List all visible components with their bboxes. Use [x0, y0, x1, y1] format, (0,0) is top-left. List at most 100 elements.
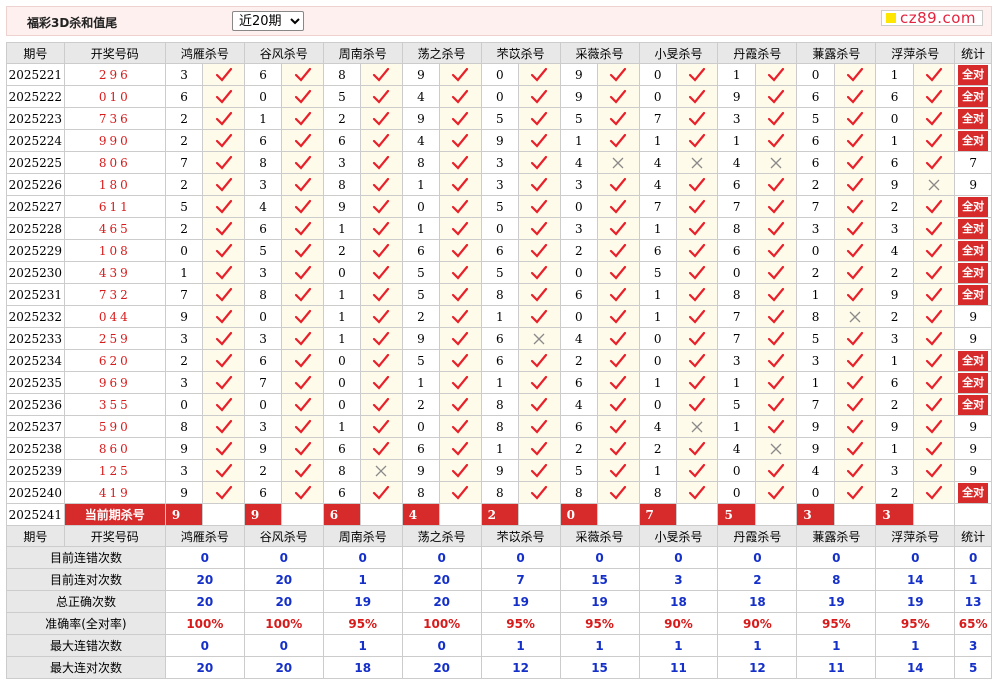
- result-mark-cell: [833, 415, 877, 438]
- blank-cell: [202, 503, 245, 526]
- logo-square-icon: [885, 13, 896, 23]
- kill-number-cell: 9: [559, 85, 599, 108]
- result-mark-cell: [518, 173, 561, 196]
- draw-number-cell: 044: [63, 305, 166, 328]
- cross-icon: [375, 465, 387, 476]
- check-icon: [294, 199, 311, 214]
- kill-number-cell: 1: [243, 107, 283, 130]
- stats-value: 0: [243, 634, 324, 657]
- result-mark-cell: [833, 459, 877, 482]
- col-expert[interactable]: 荡之杀号: [401, 525, 482, 547]
- col-expert[interactable]: 采薇杀号: [559, 42, 640, 64]
- result-mark-cell: [912, 107, 956, 130]
- result-mark-cell: [833, 393, 877, 416]
- all-correct-badge: 全对: [958, 482, 989, 503]
- col-expert[interactable]: 丹霞杀号: [717, 42, 798, 64]
- check-icon: [925, 111, 943, 126]
- kill-number-cell: 1: [480, 371, 520, 394]
- col-expert[interactable]: 芣苡杀号: [480, 525, 561, 547]
- result-mark-cell: [439, 415, 482, 438]
- result-mark-cell: [281, 437, 324, 460]
- check-icon: [373, 441, 390, 456]
- result-mark-cell: [833, 305, 877, 328]
- col-expert[interactable]: 采薇杀号: [559, 525, 640, 547]
- stats-value: 2: [717, 568, 798, 591]
- col-expert[interactable]: 浮萍杀号: [875, 525, 956, 547]
- stats-value: 3: [954, 634, 992, 657]
- check-icon: [610, 243, 627, 258]
- col-expert[interactable]: 芣苡杀号: [480, 42, 561, 64]
- stats-value: 0: [401, 634, 482, 657]
- kill-number-cell: 0: [243, 393, 283, 416]
- col-expert[interactable]: 周南杀号: [322, 525, 403, 547]
- kill-number-cell: 4: [559, 393, 599, 416]
- col-stat: 统计: [954, 525, 992, 547]
- check-icon: [846, 221, 864, 236]
- kill-number-cell: 1: [322, 415, 362, 438]
- kill-number-cell: 6: [559, 371, 599, 394]
- kill-number-cell: 0: [480, 85, 520, 108]
- check-icon: [768, 287, 785, 302]
- result-mark-cell: [360, 327, 403, 350]
- col-expert[interactable]: 小旻杀号: [638, 525, 719, 547]
- blank-cell: [281, 503, 324, 526]
- period-select[interactable]: 近20期: [232, 11, 304, 31]
- stats-value: 0: [717, 546, 798, 569]
- check-icon: [452, 309, 469, 324]
- period-cell: 2025231: [6, 283, 65, 306]
- col-expert[interactable]: 周南杀号: [322, 42, 403, 64]
- col-expert[interactable]: 蒹露杀号: [796, 525, 877, 547]
- kill-number-cell: 2: [875, 481, 914, 504]
- blank-cell: [518, 503, 561, 526]
- stats-value: 20: [401, 656, 482, 679]
- kill-number-cell: 1: [717, 63, 756, 86]
- col-expert[interactable]: 浮萍杀号: [875, 42, 956, 64]
- col-expert[interactable]: 蒹露杀号: [796, 42, 877, 64]
- kill-number-cell: 3: [322, 151, 362, 174]
- col-expert[interactable]: 谷风杀号: [243, 525, 324, 547]
- check-icon: [294, 287, 311, 302]
- kill-number-cell: 5: [243, 239, 283, 262]
- col-period: 期号: [6, 525, 65, 547]
- col-expert[interactable]: 谷风杀号: [243, 42, 324, 64]
- kill-number-cell: 1: [322, 327, 362, 350]
- check-icon: [373, 419, 390, 434]
- kill-number-cell: 1: [638, 129, 677, 152]
- check-icon: [925, 287, 943, 302]
- blank-cell: [675, 503, 719, 526]
- all-correct-badge: 全对: [958, 130, 989, 151]
- kill-number-cell: 0: [638, 63, 677, 86]
- check-icon: [610, 221, 627, 236]
- table-row: 2025225 806 7 8 3 8 3 4 4 4 6 6 7: [6, 151, 992, 174]
- col-expert[interactable]: 荡之杀号: [401, 42, 482, 64]
- check-icon: [531, 265, 548, 280]
- result-mark-cell: [597, 173, 640, 196]
- col-expert[interactable]: 鸿雁杀号: [164, 42, 245, 64]
- kill-number-cell: 1: [638, 305, 677, 328]
- kill-number-cell: 8: [243, 283, 283, 306]
- kill-number-cell: 0: [638, 85, 677, 108]
- check-icon: [689, 485, 706, 500]
- col-expert[interactable]: 小旻杀号: [638, 42, 719, 64]
- col-expert[interactable]: 鸿雁杀号: [164, 525, 245, 547]
- check-icon: [215, 287, 232, 302]
- result-mark-cell: [754, 239, 798, 262]
- stats-value: 20: [164, 656, 245, 679]
- site-logo[interactable]: cz89.com: [880, 9, 983, 27]
- check-icon: [610, 353, 627, 368]
- result-mark-cell: [912, 129, 956, 152]
- check-icon: [452, 177, 469, 192]
- col-expert[interactable]: 丹霞杀号: [717, 525, 798, 547]
- draw-number-cell: 732: [63, 283, 166, 306]
- result-mark-cell: [912, 217, 956, 240]
- kill-number-cell: 5: [401, 283, 441, 306]
- period-cell: 2025241: [6, 503, 65, 526]
- kill-number-cell: 0: [796, 63, 835, 86]
- kill-number-cell: 9: [322, 195, 362, 218]
- check-icon: [925, 353, 943, 368]
- stats-value: 1: [954, 568, 992, 591]
- result-mark-cell: [675, 173, 719, 196]
- check-icon: [610, 463, 627, 478]
- kill-number-cell: 1: [638, 217, 677, 240]
- result-mark-cell: [281, 393, 324, 416]
